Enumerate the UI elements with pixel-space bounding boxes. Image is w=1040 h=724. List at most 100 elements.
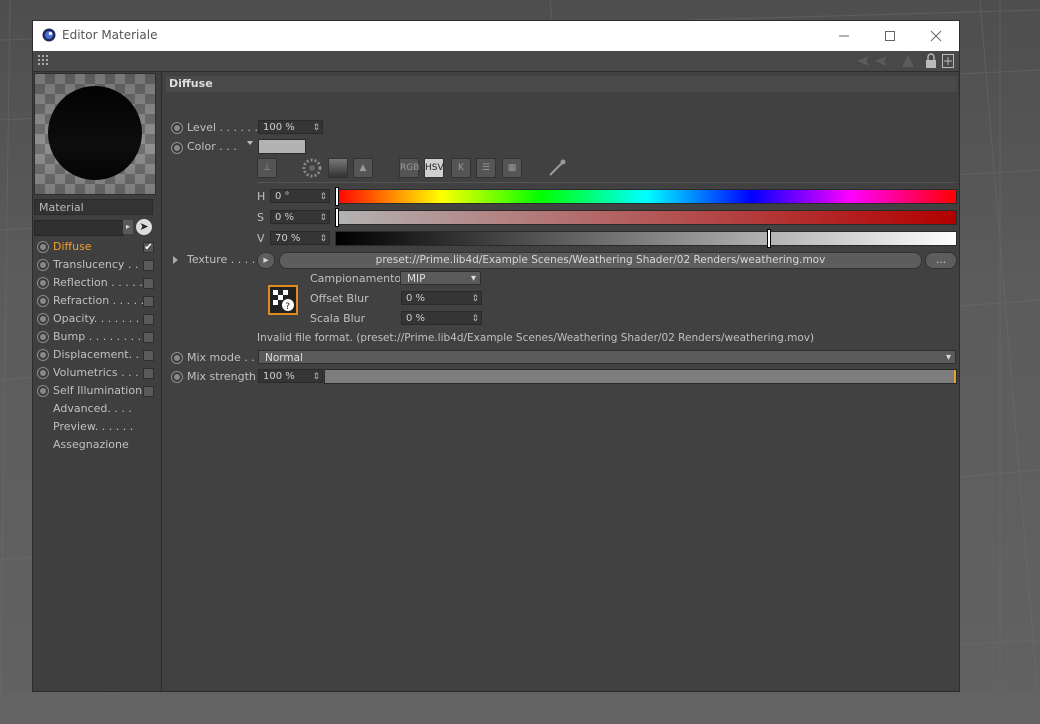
saturation-input[interactable]: 0 % bbox=[270, 210, 330, 225]
sampling-label: Campionamento bbox=[310, 272, 402, 285]
color-swatch[interactable] bbox=[258, 139, 306, 154]
texture-expand-arrow-icon[interactable] bbox=[173, 256, 179, 264]
maximize-button[interactable] bbox=[867, 21, 913, 51]
channel-enable-checkbox[interactable] bbox=[143, 278, 154, 289]
channel-animate-radio[interactable] bbox=[37, 385, 49, 397]
channel-label[interactable]: Reflection . . . . . bbox=[53, 275, 143, 291]
lock-icon[interactable] bbox=[925, 53, 937, 69]
mix-strength-slider[interactable] bbox=[324, 369, 957, 384]
swatches-icon[interactable]: ▦ bbox=[502, 158, 522, 178]
channel-item[interactable]: Refraction . . . . . bbox=[37, 293, 155, 309]
sampling-dropdown[interactable]: MIP bbox=[400, 271, 481, 286]
channel-animate-radio[interactable] bbox=[37, 367, 49, 379]
extra-channel-label[interactable]: Advanced. . . . bbox=[53, 401, 132, 417]
mix-strength-input[interactable]: 100 % bbox=[258, 369, 323, 384]
offset-blur-input[interactable]: 0 % bbox=[401, 291, 482, 306]
channel-enable-checkbox[interactable] bbox=[143, 350, 154, 361]
level-input[interactable]: 100 % bbox=[258, 120, 323, 135]
channel-animate-radio[interactable] bbox=[37, 313, 49, 325]
extra-channel-item[interactable]: Assegnazione bbox=[37, 437, 155, 453]
channel-enable-checkbox[interactable] bbox=[143, 314, 154, 325]
color-wheel-icon[interactable] bbox=[302, 158, 322, 178]
material-link-field[interactable] bbox=[34, 220, 124, 236]
eyedropper-icon[interactable] bbox=[547, 158, 567, 178]
material-preview[interactable] bbox=[34, 73, 156, 195]
channel-label[interactable]: Opacity. . . . . . . . bbox=[53, 311, 146, 327]
grip-icon[interactable] bbox=[38, 55, 50, 67]
extra-channel-label[interactable]: Preview. . . . . . bbox=[53, 419, 133, 435]
texture-browse-button[interactable]: ... bbox=[925, 252, 957, 269]
extra-channel-label[interactable]: Assegnazione bbox=[53, 437, 129, 453]
texture-path-button[interactable]: preset://Prime.lib4d/Example Scenes/Weat… bbox=[279, 252, 922, 269]
channel-label[interactable]: Volumetrics . . . . bbox=[53, 365, 146, 381]
color-animate-radio[interactable] bbox=[171, 142, 183, 154]
value-input[interactable]: 70 % bbox=[270, 231, 330, 246]
mix-mode-dropdown[interactable]: Normal bbox=[258, 350, 956, 365]
mixer-icon[interactable]: ☰ bbox=[476, 158, 496, 178]
channel-enable-checkbox[interactable] bbox=[143, 368, 154, 379]
nav-arrows-icon[interactable] bbox=[855, 54, 895, 68]
hsv-mode-button[interactable]: HSV bbox=[424, 158, 444, 178]
value-slider[interactable] bbox=[335, 231, 957, 246]
image-picker-icon[interactable]: ▲ bbox=[353, 158, 373, 178]
hue-input[interactable]: 0 ° bbox=[270, 189, 330, 204]
channel-label[interactable]: Refraction . . . . . bbox=[53, 293, 144, 309]
channel-enable-checkbox[interactable] bbox=[143, 296, 154, 307]
level-animate-radio[interactable] bbox=[171, 122, 183, 134]
color-spectrum-icon[interactable] bbox=[328, 158, 348, 178]
channel-animate-radio[interactable] bbox=[37, 349, 49, 361]
saturation-marker[interactable] bbox=[335, 208, 339, 227]
extra-channel-item[interactable]: Preview. . . . . . bbox=[37, 419, 155, 435]
channel-label[interactable]: Diffuse bbox=[53, 239, 92, 255]
close-button[interactable] bbox=[913, 21, 959, 51]
texture-menu-button[interactable]: ▸ bbox=[257, 252, 275, 269]
mix-strength-label: Mix strength bbox=[187, 370, 256, 383]
texture-label: Texture . . . . . bbox=[187, 253, 263, 266]
extra-channel-item[interactable]: Advanced. . . . bbox=[37, 401, 155, 417]
color-expand-arrow-icon[interactable] bbox=[247, 141, 253, 146]
channel-animate-radio[interactable] bbox=[37, 295, 49, 307]
channel-enable-checkbox[interactable] bbox=[143, 260, 154, 271]
material-editor-window: Editor Materiale Material ▸ ➤ Diffuse ✔ … bbox=[33, 21, 959, 691]
channel-animate-radio[interactable] bbox=[37, 241, 49, 253]
pick-cursor-icon[interactable]: ➤ bbox=[136, 219, 152, 235]
kelvin-mode-button[interactable]: K bbox=[451, 158, 471, 178]
channel-animate-radio[interactable] bbox=[37, 259, 49, 271]
channel-properties-panel: Diffuse Level . . . . . . . 100 % Color … bbox=[163, 72, 959, 691]
minimize-button[interactable] bbox=[821, 21, 867, 51]
level-label: Level . . . . . . . bbox=[187, 121, 265, 134]
mix-strength-fill bbox=[325, 370, 956, 383]
value-marker[interactable] bbox=[766, 229, 771, 248]
channel-animate-radio[interactable] bbox=[37, 277, 49, 289]
channel-item[interactable]: Translucency . . . bbox=[37, 257, 155, 273]
channel-item[interactable]: Volumetrics . . . . bbox=[37, 365, 155, 381]
channel-label[interactable]: Translucency . . . bbox=[53, 257, 145, 273]
up-arrow-icon[interactable] bbox=[901, 54, 915, 68]
channel-animate-radio[interactable] bbox=[37, 331, 49, 343]
channel-item[interactable]: Opacity. . . . . . . . bbox=[37, 311, 155, 327]
channel-enable-checkbox[interactable]: ✔ bbox=[143, 242, 154, 253]
channel-item[interactable]: Reflection . . . . . bbox=[37, 275, 155, 291]
channel-enable-checkbox[interactable] bbox=[143, 386, 154, 397]
channel-label[interactable]: Bump . . . . . . . . . bbox=[53, 329, 148, 345]
mix-strength-animate-radio[interactable] bbox=[171, 371, 183, 383]
channel-item[interactable]: Displacement. . . . bbox=[37, 347, 155, 363]
mix-mode-animate-radio[interactable] bbox=[171, 352, 183, 364]
channel-item[interactable]: Bump . . . . . . . . . bbox=[37, 329, 155, 345]
channel-label[interactable]: Displacement. . . . bbox=[53, 347, 153, 363]
color-picker-mode-icon[interactable]: ⊥ bbox=[257, 158, 277, 178]
material-link-arrow[interactable]: ▸ bbox=[123, 220, 133, 234]
channel-enable-checkbox[interactable] bbox=[143, 332, 154, 343]
rgb-mode-button[interactable]: RGB bbox=[399, 158, 419, 178]
saturation-slider[interactable] bbox=[335, 210, 957, 225]
channel-item[interactable]: Diffuse ✔ bbox=[37, 239, 155, 255]
new-panel-icon[interactable] bbox=[942, 54, 954, 68]
channel-item[interactable]: Self Illumination bbox=[37, 383, 155, 399]
scale-blur-input[interactable]: 0 % bbox=[401, 311, 482, 326]
cinema4d-app-icon bbox=[42, 28, 56, 42]
material-name-field[interactable]: Material bbox=[34, 199, 153, 215]
hue-marker[interactable] bbox=[335, 187, 339, 206]
channel-label[interactable]: Self Illumination bbox=[53, 383, 142, 399]
hue-slider[interactable] bbox=[335, 189, 957, 204]
title-bar[interactable]: Editor Materiale bbox=[33, 21, 959, 51]
